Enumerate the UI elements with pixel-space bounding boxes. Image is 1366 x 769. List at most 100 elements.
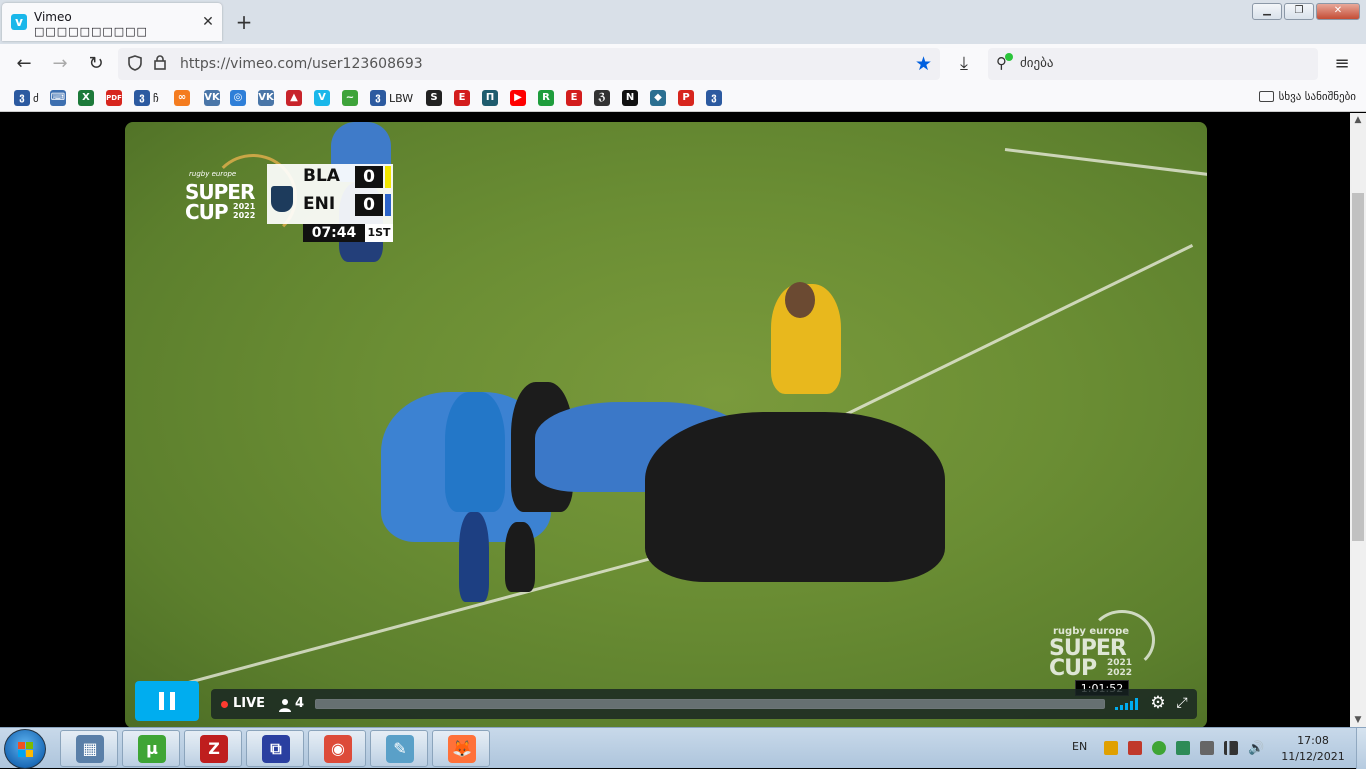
forward-icon[interactable]: → — [50, 54, 70, 74]
pause-button[interactable] — [135, 681, 199, 721]
taskbar-app-button[interactable]: ▦ — [60, 730, 118, 767]
bookmark-item[interactable]: ◎ — [230, 89, 246, 107]
bookmark-item[interactable]: N — [622, 89, 638, 107]
scroll-up-icon[interactable]: ▲ — [1350, 113, 1366, 127]
referee-head — [785, 282, 815, 318]
language-indicator[interactable]: EN — [1072, 740, 1087, 753]
volume-icon[interactable] — [1115, 698, 1139, 710]
bookmark-item[interactable]: ~ — [342, 89, 358, 107]
taskbar-app-button[interactable]: ◉ — [308, 730, 366, 767]
flag-tray-icon[interactable] — [1128, 741, 1142, 755]
blue-ring-icon: ◎ — [230, 90, 246, 106]
viewer-count: 4 — [295, 696, 305, 711]
control-bar: LIVE 4 ⚙ ⤢ — [211, 689, 1197, 719]
device-tray-icon[interactable] — [1200, 741, 1214, 755]
settings-gear-icon[interactable]: ⚙ — [1149, 694, 1167, 712]
bookmark-item[interactable]: VK — [258, 89, 274, 107]
bookmark-item[interactable]: R — [538, 89, 554, 107]
player-legs — [459, 512, 489, 602]
progress-bar[interactable] — [315, 699, 1105, 709]
tab-title: Vimeo — [34, 10, 72, 24]
bookmark-item[interactable]: ვჩ — [134, 89, 159, 107]
taskbar-app-button[interactable]: ⧉ — [246, 730, 304, 767]
bookmark-label: ძ — [33, 91, 39, 105]
bookmark-item[interactable]: V — [314, 89, 330, 107]
other-bookmarks[interactable]: სხვა სანიშნები — [1258, 90, 1356, 103]
bookmark-item[interactable]: П — [482, 89, 498, 107]
download-icon[interactable]: ⤓ — [954, 54, 974, 74]
page-scrollbar[interactable]: ▲ ▼ — [1350, 113, 1366, 727]
taskbar: EN 🔊 17:08 11/12/2021 ▦ µ Z ⧉ ◉ ✎ 🦊 — [0, 727, 1366, 769]
security-tray-icon[interactable] — [1176, 741, 1190, 755]
menu-icon[interactable]: ≡ — [1332, 54, 1352, 74]
search-input[interactable]: ძიება — [1020, 56, 1053, 71]
shield-icon[interactable] — [128, 55, 144, 73]
pdf-icon: PDF — [106, 90, 122, 106]
bookmark-item[interactable]: ▶ — [510, 89, 526, 107]
excel-icon: X — [78, 90, 94, 106]
calculator-icon: ▦ — [76, 735, 104, 763]
taskbar-app-button[interactable]: µ — [122, 730, 180, 767]
bookmark-item[interactable]: ვ — [706, 89, 722, 107]
bookmark-item[interactable]: X — [78, 89, 94, 107]
bookmark-item[interactable]: S — [426, 89, 442, 107]
url-bar[interactable]: https://vimeo.com/user123608693 ★ — [118, 48, 940, 80]
bookmark-item[interactable]: ⌨ — [50, 89, 66, 107]
fullscreen-icon[interactable]: ⤢ — [1173, 694, 1191, 712]
bookmark-item[interactable]: ◆ — [650, 89, 666, 107]
show-desktop-button[interactable] — [1356, 728, 1366, 769]
vk-icon: VK — [204, 90, 220, 106]
search-bar[interactable]: ⚲ ძიება — [988, 48, 1318, 80]
clock-time[interactable]: 17:08 — [1283, 734, 1343, 747]
scoreboard: rugby europe SUPER CUP 2021 2022 BLA 0 E… — [181, 154, 397, 244]
url-text[interactable]: https://vimeo.com/user123608693 — [180, 56, 423, 72]
logo-years: 2021 2022 — [233, 202, 255, 220]
start-button[interactable] — [4, 729, 46, 769]
bookmark-item[interactable]: ვ LBW — [370, 89, 413, 107]
bookmark-item[interactable]: ℨ — [594, 89, 610, 107]
tab-vimeo[interactable]: v Vimeo □□□□□□□□□□ ✕ — [2, 3, 222, 41]
scroll-down-icon[interactable]: ▼ — [1350, 713, 1366, 727]
lock-icon[interactable] — [154, 55, 170, 73]
bookmark-item[interactable]: E — [454, 89, 470, 107]
bookmark-item[interactable]: P — [678, 89, 694, 107]
close-window-button[interactable]: ✕ — [1316, 3, 1360, 20]
taskbar-app-button[interactable]: ✎ — [370, 730, 428, 767]
taskbar-app-button[interactable]: 🦊 — [432, 730, 490, 767]
bookmark-item[interactable]: PDF — [106, 89, 122, 107]
taskbar-app-button[interactable]: Z — [184, 730, 242, 767]
team-crest-icon — [271, 186, 293, 212]
bookmark-star-icon[interactable]: ★ — [915, 53, 932, 75]
network-icon[interactable] — [1224, 741, 1238, 755]
bookmark-item[interactable]: E — [566, 89, 582, 107]
bookmark-item[interactable]: ვძ — [14, 89, 39, 107]
back-icon[interactable]: ← — [14, 54, 34, 74]
minimize-button[interactable]: ▁ — [1252, 3, 1282, 20]
bookmark-item[interactable]: VK — [204, 89, 220, 107]
live-label: LIVE — [233, 696, 266, 711]
viewer-icon — [279, 697, 291, 712]
restore-button[interactable]: ❐ — [1284, 3, 1314, 20]
scroll-thumb[interactable] — [1352, 193, 1364, 541]
bookmark-label: LBW — [389, 91, 414, 105]
pen-tray-icon[interactable] — [1104, 741, 1118, 755]
search-engine-badge — [1005, 53, 1013, 61]
bookmark-item[interactable]: ∞ — [174, 89, 190, 107]
new-tab-button[interactable]: + — [234, 12, 254, 32]
firefox-icon: 🦊 — [448, 735, 476, 763]
pause-icon — [159, 692, 164, 710]
progress-fill — [316, 700, 1104, 708]
folder-icon — [1258, 91, 1274, 102]
video-player[interactable]: rugby europe SUPER CUP 2021 2022 BLA 0 E… — [125, 122, 1207, 728]
clock-date[interactable]: 11/12/2021 — [1280, 750, 1346, 763]
reload-icon[interactable]: ↻ — [86, 54, 106, 74]
live-dot-icon — [221, 701, 228, 708]
bookmark-item[interactable]: ▲ — [286, 89, 302, 107]
speaker-icon[interactable]: 🔊 — [1248, 741, 1264, 756]
utorrent-icon: µ — [138, 735, 166, 763]
close-icon[interactable]: ✕ — [200, 14, 216, 30]
watermark-cup-text: CUP — [1049, 656, 1097, 681]
utorrent-tray-icon[interactable] — [1152, 741, 1166, 755]
filezilla-icon: Z — [200, 735, 228, 763]
vimeo-icon: V — [314, 90, 330, 106]
